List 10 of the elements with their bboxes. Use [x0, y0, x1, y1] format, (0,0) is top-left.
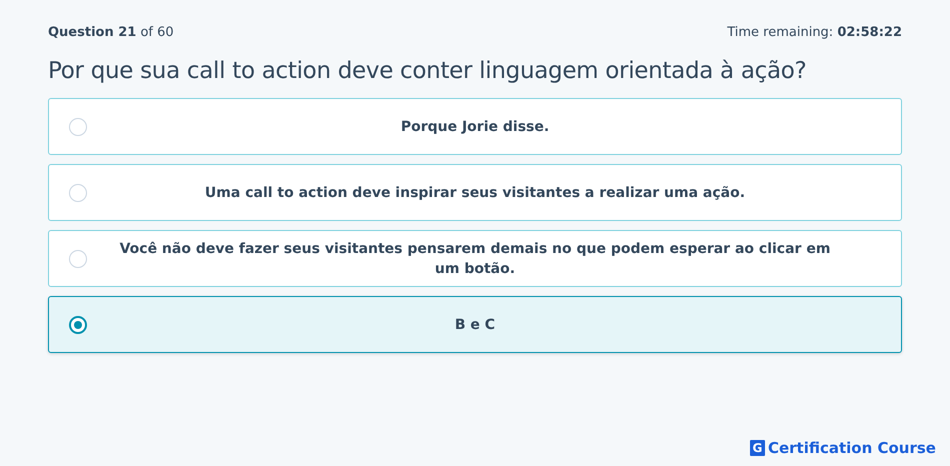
logo-mark: G	[750, 440, 765, 456]
question-text: Por que sua call to action deve conter linguagem orientada à ação?	[48, 58, 808, 84]
time-remaining: Time remaining: 02:58:22	[727, 24, 902, 40]
brand-name: Certification Course	[768, 439, 936, 457]
radio-button[interactable]	[69, 316, 87, 334]
answer-option[interactable]: Porque Jorie disse.	[48, 98, 902, 155]
answer-option[interactable]: Uma call to action deve inspirar seus visitantes a realizar uma ação.	[48, 164, 902, 221]
question-counter: Question 21 of 60	[48, 24, 174, 40]
answer-option[interactable]: Você não deve fazer seus visitantes pensarem demais no que podem esperar ao clicar em um botão.	[48, 230, 902, 287]
answer-option[interactable]: B e C	[48, 296, 902, 353]
